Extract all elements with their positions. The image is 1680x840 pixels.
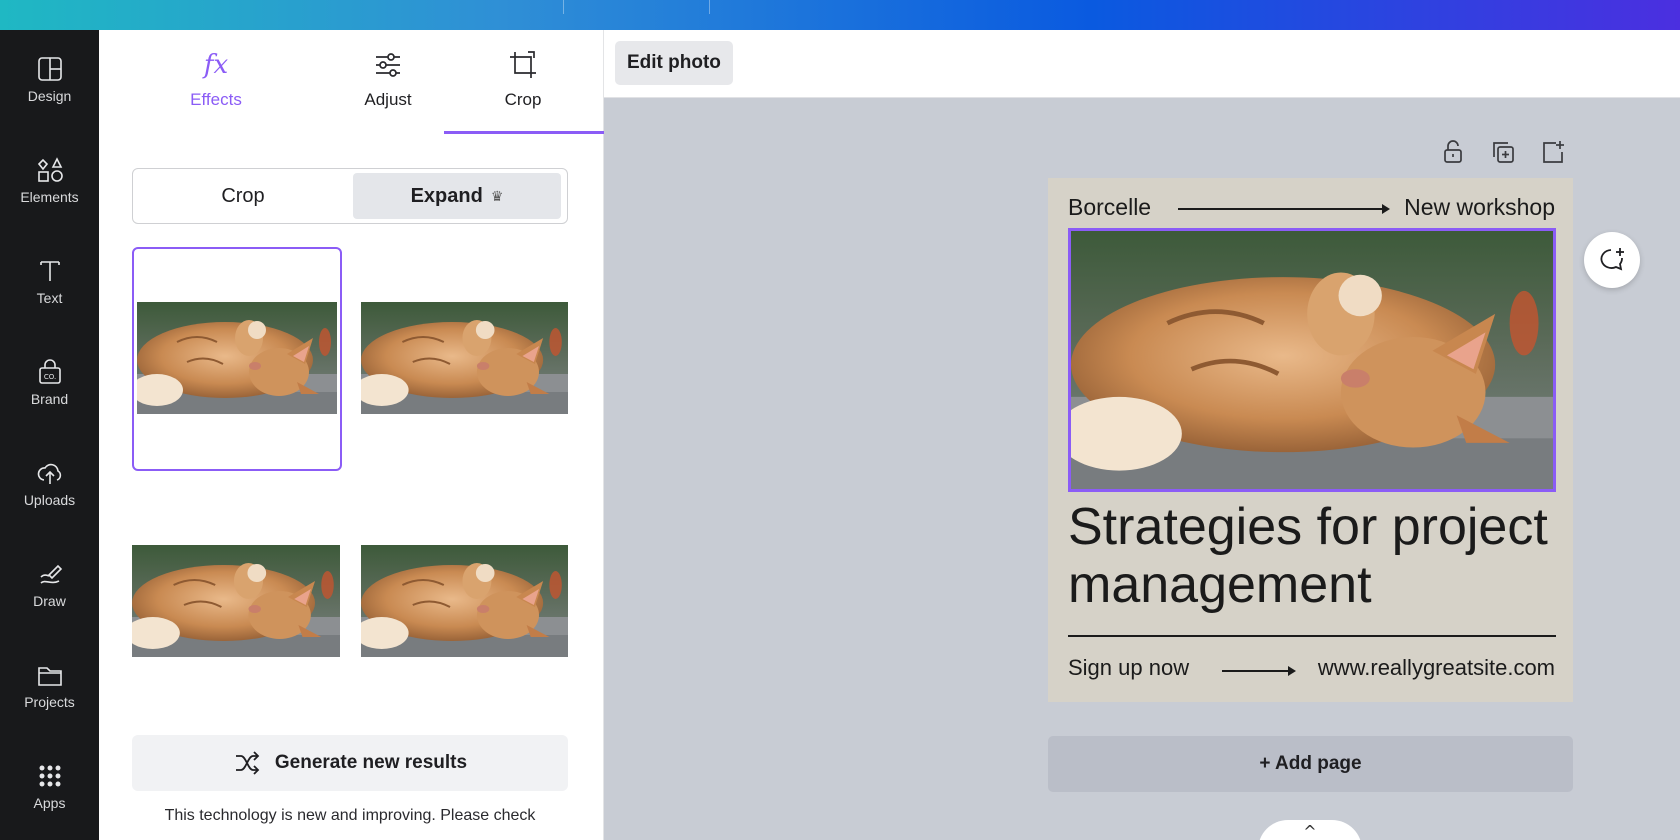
sidebar-item-label: Brand — [30, 391, 69, 407]
expand-mode-label: Expand — [410, 184, 483, 207]
upload-cloud-icon — [37, 463, 61, 484]
crop-mode-button[interactable]: Crop — [137, 173, 349, 219]
top-header-bar — [0, 0, 1680, 30]
sidebar-item-label: Projects — [24, 694, 75, 710]
selected-cat-photo[interactable] — [1068, 228, 1556, 492]
cat-photo-thumbnail — [361, 302, 568, 414]
expand-result-3[interactable] — [132, 545, 340, 657]
sidebar-item-label: Elements — [20, 189, 79, 205]
lock-icon — [1444, 140, 1462, 163]
left-sidebar: Design Elements Text CO. Brand Uploads D… — [0, 30, 99, 840]
cta-text[interactable]: Sign up now — [1068, 655, 1189, 681]
sidebar-item-label: Design — [27, 88, 72, 104]
cat-photo-thumbnail — [137, 302, 337, 414]
text-icon — [39, 261, 60, 281]
duplicate-page-button[interactable] — [1487, 136, 1519, 168]
crop-icon — [510, 51, 536, 78]
sidebar-item-label: Apps — [33, 795, 66, 811]
add-page-icon — [1543, 141, 1564, 163]
crop-expand-toggle: Crop Expand ♛ — [132, 168, 568, 224]
expand-result-4[interactable] — [361, 545, 568, 657]
collapse-pages-button[interactable]: ^ — [1258, 820, 1362, 840]
tab-effects[interactable]: fx Effects — [146, 48, 286, 134]
fx-icon: fx — [203, 50, 229, 80]
add-page-top-button[interactable] — [1537, 136, 1569, 168]
event-text[interactable]: New workshop — [1404, 194, 1555, 221]
sidebar-item-uploads[interactable]: Uploads — [0, 438, 99, 528]
sidebar-item-projects[interactable]: Projects — [0, 640, 99, 730]
elements-icon — [37, 157, 63, 182]
cat-photo-thumbnail — [361, 545, 568, 657]
sidebar-item-brand[interactable]: CO. Brand — [0, 337, 99, 427]
add-page-button[interactable]: + Add page — [1048, 736, 1573, 792]
design-icon — [37, 57, 62, 81]
duplicate-icon — [1493, 142, 1514, 163]
sidebar-item-elements[interactable]: Elements — [0, 135, 99, 225]
cat-photo-thumbnail — [132, 545, 340, 657]
sidebar-item-text[interactable]: Text — [0, 236, 99, 326]
disclaimer-text: This technology is new and improving. Pl… — [164, 807, 536, 824]
cat-photo — [1071, 231, 1553, 489]
tab-label: Effects — [190, 90, 242, 109]
generate-label: Generate new results — [274, 752, 468, 773]
sidebar-item-draw[interactable]: Draw — [0, 539, 99, 629]
sidebar-item-design[interactable]: Design — [0, 34, 99, 124]
design-page[interactable]: Borcelle New workshop Strategies for pro… — [1048, 178, 1573, 702]
chevron-up-icon: ^ — [1303, 822, 1317, 840]
brand-icon: CO. — [38, 359, 61, 384]
draw-icon — [39, 564, 62, 584]
sidebar-item-label: Draw — [33, 593, 66, 609]
arrow-line — [1222, 667, 1296, 675]
website-text[interactable]: www.reallygreatsite.com — [1318, 655, 1555, 681]
expand-mode-button[interactable]: Expand ♛ — [353, 173, 561, 219]
edit-photo-button[interactable]: Edit photo — [615, 41, 733, 85]
apps-grid-icon — [39, 765, 60, 787]
crop-mode-label: Crop — [221, 184, 265, 207]
sidebar-item-apps[interactable]: Apps — [0, 741, 99, 831]
add-comment-button[interactable] — [1584, 232, 1640, 288]
folder-icon — [37, 667, 62, 686]
lock-page-button[interactable] — [1437, 136, 1469, 168]
expand-result-1[interactable] — [132, 247, 342, 471]
context-toolbar: Edit photo — [604, 30, 1680, 98]
sidebar-item-label: Text — [36, 290, 63, 306]
tab-label: Crop — [504, 90, 542, 109]
crown-icon: ♛ — [490, 187, 504, 204]
shuffle-icon — [235, 751, 260, 775]
expand-result-2[interactable] — [361, 302, 568, 414]
edit-photo-label: Edit photo — [627, 52, 721, 73]
sliders-icon — [376, 53, 400, 77]
header-divider — [563, 0, 564, 14]
sidebar-item-label: Uploads — [23, 492, 76, 508]
divider-line — [1068, 635, 1556, 637]
svg-text:CO.: CO. — [43, 373, 55, 381]
generate-new-results-button[interactable]: Generate new results — [132, 735, 568, 791]
arrow-line — [1178, 204, 1390, 214]
tab-crop[interactable]: Crop — [453, 48, 593, 134]
edit-photo-panel: fx Effects Adjust Crop Crop Expand ♛ Gen… — [99, 30, 604, 840]
comment-add-icon — [1600, 248, 1624, 271]
tab-adjust[interactable]: Adjust — [318, 48, 458, 134]
brand-name-text[interactable]: Borcelle — [1068, 194, 1151, 221]
tab-label: Adjust — [364, 90, 412, 109]
headline-text[interactable]: Strategies for project management — [1068, 498, 1563, 614]
active-tab-indicator — [444, 131, 604, 134]
header-divider — [709, 0, 710, 14]
add-page-label: + Add page — [1259, 753, 1362, 774]
